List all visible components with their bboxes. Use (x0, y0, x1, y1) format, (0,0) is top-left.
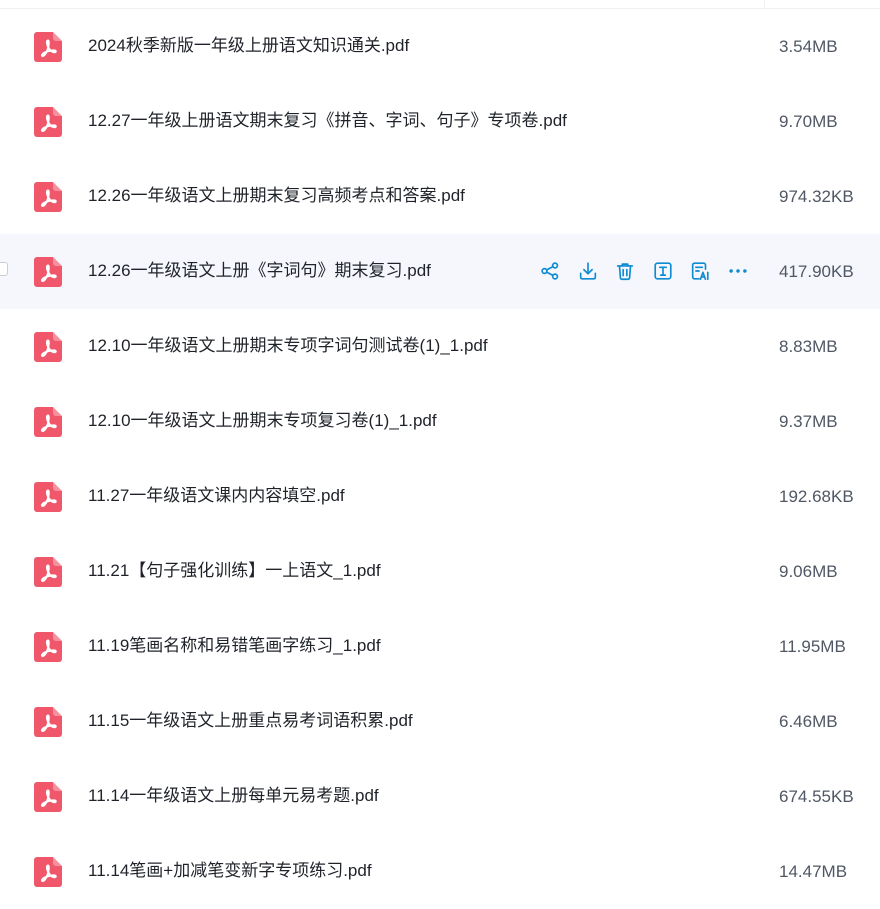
file-size: 8.83MB (779, 337, 838, 356)
pdf-file-icon (34, 782, 62, 812)
file-row[interactable]: 11.27一年级语文课内内容填空.pdf 192.68KB (0, 459, 880, 534)
file-name[interactable]: 11.14一年级语文上册每单元易考题.pdf (88, 785, 379, 807)
file-row[interactable]: 11.21【句子强化训练】一上语文_1.pdf 9.06MB (0, 534, 880, 609)
share-icon[interactable] (538, 259, 562, 283)
file-size: 192.68KB (779, 487, 854, 506)
pdf-file-icon (34, 632, 62, 662)
pdf-file-icon (34, 407, 62, 437)
file-name[interactable]: 2024秋季新版一年级上册语文知识通关.pdf (88, 35, 409, 57)
more-icon[interactable] (726, 259, 750, 283)
trash-icon[interactable] (613, 259, 637, 283)
pdf-file-icon (34, 707, 62, 737)
pdf-file-icon (34, 557, 62, 587)
file-name[interactable]: 12.27一年级上册语文期末复习《拼音、字词、句子》专项卷.pdf (88, 110, 567, 132)
file-size: 14.47MB (779, 862, 848, 881)
download-icon[interactable] (576, 259, 600, 283)
file-name[interactable]: 11.14笔画+加减笔变新字专项练习.pdf (88, 860, 372, 882)
file-row[interactable]: 2024秋季新版一年级上册语文知识通关.pdf 3.54MB (0, 9, 880, 84)
row-checkbox[interactable] (0, 262, 8, 276)
file-list: 2024秋季新版一年级上册语文知识通关.pdf 3.54MB 12.27一年级上… (0, 9, 880, 909)
pdf-file-icon (34, 257, 62, 287)
file-size: 9.70MB (779, 112, 838, 131)
file-row[interactable]: 11.14一年级语文上册每单元易考题.pdf 674.55KB (0, 759, 880, 834)
file-name[interactable]: 11.27一年级语文课内内容填空.pdf (88, 485, 345, 507)
pdf-file-icon (34, 857, 62, 887)
file-name[interactable]: 12.26一年级语文上册期末复习高频考点和答案.pdf (88, 185, 465, 207)
row-actions (538, 259, 763, 283)
file-size: 9.06MB (779, 562, 838, 581)
file-row[interactable]: 12.10一年级语文上册期末专项字词句测试卷(1)_1.pdf 8.83MB (0, 309, 880, 384)
pdf-file-icon (34, 332, 62, 362)
file-size: 3.54MB (779, 37, 838, 56)
file-row[interactable]: 11.15一年级语文上册重点易考词语积累.pdf 6.46MB (0, 684, 880, 759)
file-size: 11.95MB (779, 637, 846, 656)
column-divider (764, 0, 765, 8)
file-size: 674.55KB (779, 787, 854, 806)
ai-document-icon[interactable] (688, 259, 712, 283)
file-row-hovered[interactable]: 12.26一年级语文上册《字词句》期末复习.pdf 417.90KB (0, 234, 880, 309)
file-name[interactable]: 11.15一年级语文上册重点易考词语积累.pdf (88, 710, 413, 732)
file-name[interactable]: 11.21【句子强化训练】一上语文_1.pdf (88, 560, 381, 582)
text-extract-icon[interactable] (651, 259, 675, 283)
file-size: 974.32KB (779, 187, 854, 206)
pdf-file-icon (34, 107, 62, 137)
file-name[interactable]: 11.19笔画名称和易错笔画字练习_1.pdf (88, 635, 381, 657)
file-name[interactable]: 12.26一年级语文上册《字词句》期末复习.pdf (88, 260, 431, 282)
file-row[interactable]: 12.26一年级语文上册期末复习高频考点和答案.pdf 974.32KB (0, 159, 880, 234)
file-size: 6.46MB (779, 712, 838, 731)
pdf-file-icon (34, 32, 62, 62)
file-name[interactable]: 12.10一年级语文上册期末专项字词句测试卷(1)_1.pdf (88, 335, 488, 357)
file-row[interactable]: 12.27一年级上册语文期末复习《拼音、字词、句子》专项卷.pdf 9.70MB (0, 84, 880, 159)
list-top-border (0, 0, 880, 9)
file-row[interactable]: 11.19笔画名称和易错笔画字练习_1.pdf 11.95MB (0, 609, 880, 684)
pdf-file-icon (34, 182, 62, 212)
file-name[interactable]: 12.10一年级语文上册期末专项复习卷(1)_1.pdf (88, 410, 437, 432)
file-row[interactable]: 11.14笔画+加减笔变新字专项练习.pdf 14.47MB (0, 834, 880, 909)
file-size: 9.37MB (779, 412, 838, 431)
file-row[interactable]: 12.10一年级语文上册期末专项复习卷(1)_1.pdf 9.37MB (0, 384, 880, 459)
file-size: 417.90KB (779, 262, 854, 281)
pdf-file-icon (34, 482, 62, 512)
